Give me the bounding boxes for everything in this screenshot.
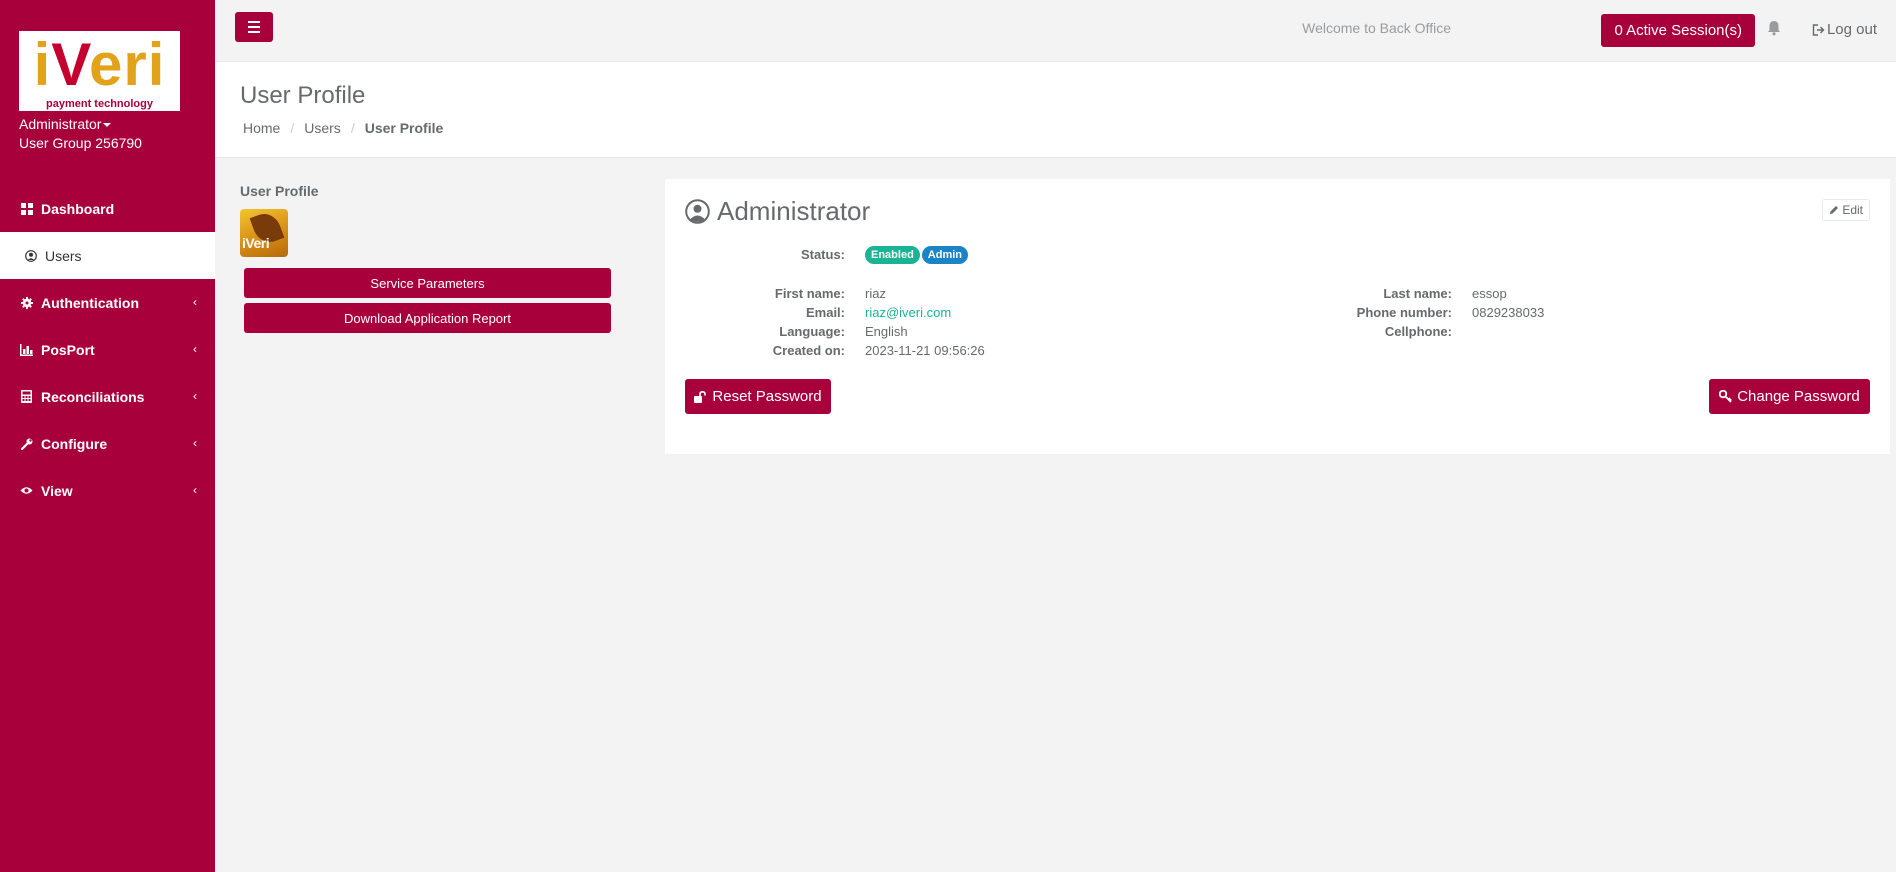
hamburger-icon-bar xyxy=(248,26,260,28)
th-large-icon xyxy=(20,202,33,215)
bell-icon[interactable] xyxy=(1767,20,1781,36)
reset-password-button[interactable]: Reset Password xyxy=(685,379,831,414)
breadcrumb-users[interactable]: Users xyxy=(304,120,341,136)
caret-down-icon xyxy=(103,123,112,128)
sidebar-item-label: Reconciliations xyxy=(41,388,145,405)
status-badges: Enabled Admin xyxy=(865,246,970,264)
status-label: Status: xyxy=(800,247,845,262)
sidebar-item-label: Configure xyxy=(41,435,108,452)
hamburger-icon xyxy=(248,21,260,23)
sidebar-item-authentication[interactable]: Authentication ‹ xyxy=(0,279,215,326)
first-name-label: First name: xyxy=(774,286,845,301)
sidebar-item-label: Users xyxy=(45,247,82,264)
sidebar-item-label: Dashboard xyxy=(41,200,115,217)
status-badge-enabled: Enabled xyxy=(865,246,920,264)
download-application-report-button[interactable]: Download Application Report xyxy=(244,303,611,333)
logo-wordmark: iVeri xyxy=(33,31,166,98)
language-label: Language: xyxy=(779,324,845,339)
sidebar-item-posport[interactable]: PosPort ‹ xyxy=(0,326,215,373)
sidebar-item-dashboard[interactable]: Dashboard xyxy=(0,185,215,232)
logout-label: Log out xyxy=(1826,21,1877,38)
top-navbar: Welcome to Back Office 0 Active Session(… xyxy=(215,0,1896,62)
sidebar-item-configure[interactable]: Configure ‹ xyxy=(0,420,215,467)
brand-logo[interactable]: iVeri payment technology xyxy=(19,31,180,111)
breadcrumb-separator: / xyxy=(350,120,355,136)
profile-name-heading: Administrator xyxy=(685,196,870,227)
user-name: Administrator xyxy=(19,116,102,132)
left-section-title: User Profile xyxy=(240,183,319,199)
profile-name: Administrator xyxy=(717,196,871,226)
phone-number-label: Phone number: xyxy=(1356,305,1452,320)
sidebar-item-view[interactable]: View ‹ xyxy=(0,467,215,514)
change-password-button[interactable]: Change Password xyxy=(1709,379,1870,414)
calculator-icon xyxy=(20,390,33,403)
breadcrumb-current: User Profile xyxy=(364,120,444,136)
user-group: User Group 256790 xyxy=(19,135,142,151)
avatar: iVeri xyxy=(240,209,288,257)
chevron-left-icon: ‹ xyxy=(193,295,197,309)
avatar-text: iVeri xyxy=(242,235,270,251)
first-name-value: riaz xyxy=(865,286,886,301)
breadcrumb-separator: / xyxy=(290,120,295,136)
sidebar-item-label: PosPort xyxy=(41,341,95,358)
logo-tagline: payment technology xyxy=(46,98,153,110)
chevron-left-icon: ‹ xyxy=(193,342,197,356)
sidebar-item-users[interactable]: Users xyxy=(0,232,215,279)
service-parameters-button[interactable]: Service Parameters xyxy=(244,268,611,298)
welcome-message: Welcome to Back Office xyxy=(1302,20,1451,36)
breadcrumb: Home / Users / User Profile xyxy=(243,120,443,136)
sidebar-nav: Dashboard Users Authentication ‹ PosPort… xyxy=(0,185,215,514)
last-name-value: essop xyxy=(1472,286,1507,301)
last-name-label: Last name: xyxy=(1383,286,1452,301)
phone-number-value: 0829238033 xyxy=(1472,305,1545,320)
eye-icon xyxy=(20,484,33,497)
email-link[interactable]: riaz@iveri.com xyxy=(865,305,951,320)
pencil-icon xyxy=(1830,206,1839,214)
bar-chart-icon xyxy=(20,343,33,356)
sidebar-item-label: Authentication xyxy=(41,294,139,311)
sidebar-toggle-button[interactable] xyxy=(235,12,273,42)
key-icon xyxy=(1719,390,1733,403)
sign-out-icon xyxy=(1812,23,1825,36)
wrench-icon xyxy=(20,437,33,450)
user-menu-toggle[interactable]: Administrator xyxy=(19,116,112,132)
hamburger-icon-bar xyxy=(248,31,260,33)
change-password-label: Change Password xyxy=(1737,388,1860,405)
sidebar: iVeri payment technology Administrator U… xyxy=(0,0,215,872)
language-value: English xyxy=(865,324,908,339)
logout-link[interactable]: Log out xyxy=(1812,21,1877,38)
created-on-label: Created on: xyxy=(772,343,845,358)
active-sessions-button[interactable]: 0 Active Session(s) xyxy=(1601,14,1755,47)
unlock-icon xyxy=(694,390,707,403)
breadcrumb-home[interactable]: Home xyxy=(243,120,280,136)
gear-icon xyxy=(20,296,33,309)
chevron-left-icon: ‹ xyxy=(193,436,197,450)
created-on-value: 2023-11-21 09:56:26 xyxy=(865,343,985,358)
chevron-left-icon: ‹ xyxy=(193,483,197,497)
email-label: Email: xyxy=(805,305,845,320)
edit-button[interactable]: Edit xyxy=(1822,199,1870,221)
page-heading: User Profile xyxy=(215,62,1896,158)
user-circle-icon xyxy=(24,249,37,262)
status-badge-admin: Admin xyxy=(921,246,969,264)
user-circle-icon xyxy=(685,199,710,224)
cellphone-label: Cellphone: xyxy=(1384,324,1452,339)
page-title: User Profile xyxy=(240,82,366,109)
profile-panel: Administrator Edit Status: Enabled Admin … xyxy=(665,179,1890,454)
edit-label: Edit xyxy=(1842,203,1863,217)
sidebar-item-reconciliations[interactable]: Reconciliations ‹ xyxy=(0,373,215,420)
sidebar-item-label: View xyxy=(41,482,73,499)
reset-password-label: Reset Password xyxy=(712,388,822,405)
chevron-left-icon: ‹ xyxy=(193,389,197,403)
